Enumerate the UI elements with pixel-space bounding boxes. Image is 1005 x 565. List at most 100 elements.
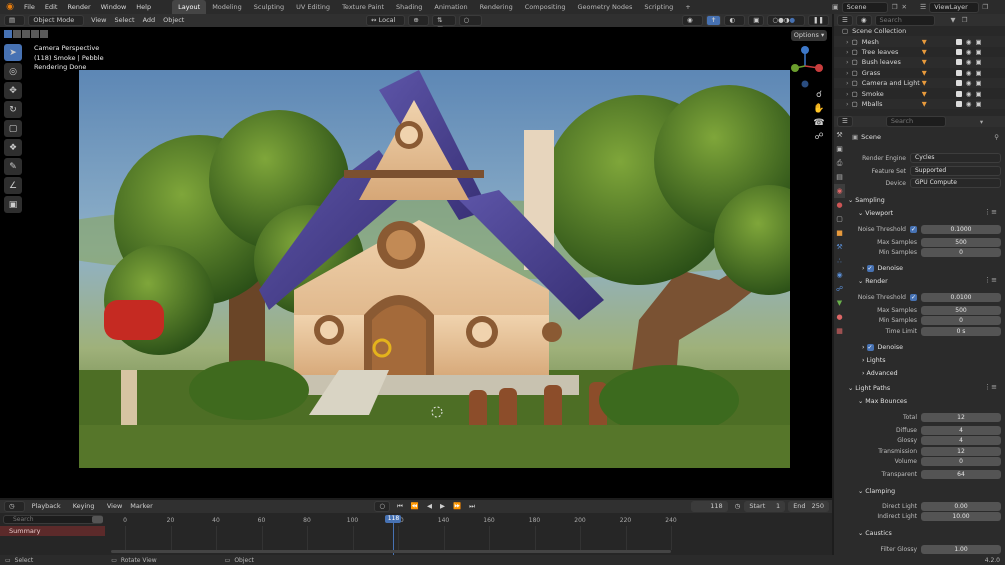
tab-sculpting[interactable]: Sculpting xyxy=(248,0,290,14)
render-camera-icon[interactable]: ▣ xyxy=(975,100,981,108)
next-key-icon[interactable]: ⏩ xyxy=(449,501,465,512)
vp-noise-checkbox[interactable]: ✓ xyxy=(910,225,917,233)
expand-arrow-icon[interactable]: › xyxy=(846,100,849,108)
visibility-eye-icon[interactable]: ◉ xyxy=(966,69,972,77)
menu-object[interactable]: Object xyxy=(159,15,188,26)
include-checkbox[interactable] xyxy=(955,38,962,45)
glossy-field[interactable]: 4 xyxy=(921,435,1001,445)
world-tab-icon[interactable]: ● xyxy=(834,198,845,212)
menu-view[interactable]: View xyxy=(87,15,110,26)
texture-tab-icon[interactable]: ▦ xyxy=(834,324,845,338)
menu-add[interactable]: Add xyxy=(139,15,160,26)
tab-geometry-nodes[interactable]: Geometry Nodes xyxy=(572,0,639,14)
output-tab-icon[interactable]: ⎙ xyxy=(834,156,845,170)
outliner-editor-icon[interactable]: ☰ xyxy=(837,14,853,26)
menu-marker[interactable]: Marker xyxy=(126,501,156,512)
jump-end-icon[interactable]: ⏭ xyxy=(465,501,479,512)
properties-search-input[interactable]: Search xyxy=(885,116,946,127)
options-dropdown[interactable]: Options ▾ xyxy=(791,30,827,41)
navigation-gizmo[interactable] xyxy=(783,44,827,88)
scene-collection-row[interactable]: ▢ Scene Collection xyxy=(834,26,1005,36)
select-box-icon[interactable] xyxy=(4,30,12,38)
camera-view-icon[interactable]: ☎ xyxy=(813,118,824,128)
mode-dropdown[interactable]: Object Mode ▾ xyxy=(28,15,85,33)
physics-tab-icon[interactable]: ◉ xyxy=(834,268,845,282)
pin-icon[interactable]: ⚲ xyxy=(994,133,999,141)
render-camera-icon[interactable]: ▣ xyxy=(975,90,981,98)
expand-arrow-icon[interactable]: › xyxy=(846,69,849,77)
tab-rendering[interactable]: Rendering xyxy=(474,0,519,14)
visibility-eye-icon[interactable]: ◉ xyxy=(966,90,972,98)
properties-options-icon[interactable]: ▾ xyxy=(980,118,983,126)
collection-tab-icon[interactable]: ▢ xyxy=(834,212,845,226)
render-camera-icon[interactable]: ▣ xyxy=(975,79,981,87)
caustics-subpanel-header[interactable]: ⌄ Caustics xyxy=(858,528,892,538)
display-mode-icon[interactable]: ◉ xyxy=(855,14,872,26)
viewport-preset-icon[interactable]: ⋮≡ xyxy=(984,208,997,216)
menu-window[interactable]: Window xyxy=(96,0,132,14)
total-field[interactable]: 12 xyxy=(921,412,1001,422)
snap-icon[interactable]: ⇅ ▦ xyxy=(432,15,456,33)
pivot-icon[interactable]: ⊕ ▾ xyxy=(408,15,430,33)
overlay-icon[interactable]: ◐ ▾ xyxy=(724,15,746,33)
close-icon[interactable]: ✕ xyxy=(901,3,906,11)
tab-layout[interactable]: Layout xyxy=(172,0,207,14)
indirect-light-field[interactable]: 10.00 xyxy=(921,511,1001,521)
move-tool-icon[interactable]: ✥ xyxy=(4,82,22,99)
visibility-eye-icon[interactable]: ◉ xyxy=(966,38,972,46)
zoom-icon[interactable]: ☌ xyxy=(816,90,822,100)
light-paths-preset-icon[interactable]: ⋮≡ xyxy=(984,383,997,391)
object-tab-icon[interactable]: ■ xyxy=(834,226,845,240)
r-max-field[interactable]: 500 xyxy=(921,305,1001,315)
pan-hand-icon[interactable]: ✋ xyxy=(813,104,824,114)
pause-icon[interactable]: ❚❚ xyxy=(808,15,829,26)
current-frame-field[interactable]: 118 xyxy=(690,501,728,512)
feature-set-dropdown[interactable]: Supported xyxy=(910,166,1001,176)
r-noise-field[interactable]: 0.0100 xyxy=(921,292,1001,302)
menu-playback[interactable]: Playback ▾ xyxy=(28,501,69,521)
timeline[interactable]: Search Summary 0204060801001201401601802… xyxy=(0,513,832,555)
visibility-eye-icon[interactable]: ◉ xyxy=(966,48,972,56)
playhead-frame-badge[interactable]: 118 xyxy=(385,515,402,523)
tool-tab-icon[interactable]: ⚒ xyxy=(834,128,845,142)
sampling-panel-header[interactable]: ⌄ Sampling xyxy=(848,195,885,205)
menu-edit[interactable]: Edit xyxy=(40,0,63,14)
outliner-item[interactable]: › ▢ Grass ▼ ◉ ▣ xyxy=(834,68,1005,78)
transform-tool-icon[interactable]: ❖ xyxy=(4,139,22,156)
menu-keying[interactable]: Keying ▾ xyxy=(69,501,103,521)
transparent-field[interactable]: 64 xyxy=(921,469,1001,479)
timeline-search-input[interactable]: Search xyxy=(3,515,103,524)
duplicate-layer-icon[interactable]: ❐ xyxy=(982,3,988,11)
include-checkbox[interactable] xyxy=(955,69,962,76)
play-reverse-icon[interactable]: ◀ xyxy=(423,501,436,512)
menu-timeline-view[interactable]: View xyxy=(103,501,126,512)
blender-logo-icon[interactable]: ◉ xyxy=(4,1,16,13)
menu-select[interactable]: Select xyxy=(111,15,139,26)
outliner-search-input[interactable]: Search xyxy=(874,14,935,26)
menu-render[interactable]: Render xyxy=(62,0,95,14)
selection-mode-icons[interactable] xyxy=(4,30,48,38)
timeline-track[interactable]: 020406080100120140160180200220240118 xyxy=(111,513,677,555)
tab-texture-paint[interactable]: Texture Paint xyxy=(336,0,390,14)
select-tool-icon[interactable]: ➤ xyxy=(4,44,22,61)
r-noise-checkbox[interactable]: ✓ xyxy=(910,293,917,301)
outliner-filter-icon[interactable]: ▼ xyxy=(951,16,956,24)
proportional-edit-icon[interactable]: ○ ∽ xyxy=(458,15,482,33)
render-engine-dropdown[interactable]: Cycles xyxy=(910,153,1001,163)
tab-compositing[interactable]: Compositing xyxy=(519,0,572,14)
start-frame-field[interactable]: Start 1 xyxy=(744,501,786,512)
outliner-item[interactable]: › ▢ Camera and Light ▼ ◉ ▣ xyxy=(834,77,1005,89)
outliner-item[interactable]: › ▢ Smoke ▼ ◉ ▣ xyxy=(834,88,1005,98)
tab-uv-editing[interactable]: UV Editing xyxy=(290,0,336,14)
gizmo-icon[interactable]: ✝ xyxy=(705,15,722,26)
select-extend-icon[interactable] xyxy=(13,30,21,38)
r-denoise-checkbox[interactable]: ✓ xyxy=(866,343,874,351)
transmission-field[interactable]: 12 xyxy=(921,446,1001,456)
add-cube-tool-icon[interactable]: ▣ xyxy=(4,196,22,213)
filter-icon[interactable] xyxy=(92,516,103,523)
annotate-tool-icon[interactable]: ✎ xyxy=(4,158,22,175)
viewlayer-selector[interactable]: ☰ ViewLayer ❐ xyxy=(920,1,1005,13)
timeline-editor-icon[interactable]: ◷ ▾ xyxy=(4,501,25,519)
vp-denoise-header[interactable]: › ✓ Denoise xyxy=(862,263,903,273)
render-preset-icon[interactable]: ⋮≡ xyxy=(984,276,997,284)
